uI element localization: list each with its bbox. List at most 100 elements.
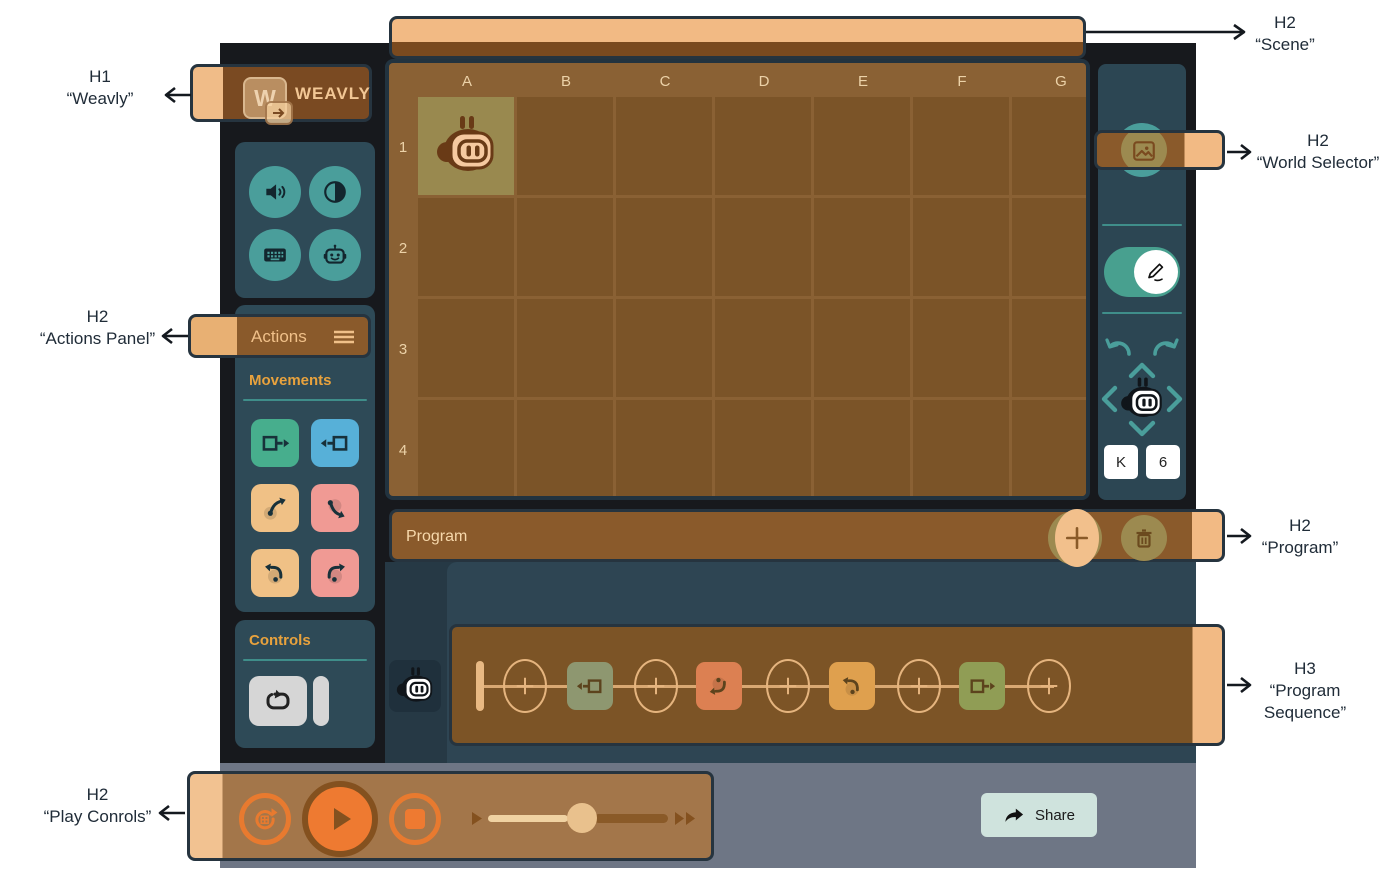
add-step-slot[interactable]	[897, 659, 941, 713]
grid-cell	[814, 400, 910, 498]
program-step-move-backward[interactable]	[567, 662, 613, 710]
fast-speed-icon[interactable]	[674, 811, 698, 826]
robot-mode-button[interactable]	[309, 229, 361, 281]
turn-left-90-icon	[839, 673, 865, 699]
loop-icon	[263, 686, 293, 716]
logo-highlight-box: W WEAVLY	[190, 64, 372, 122]
stop-button[interactable]	[389, 793, 441, 845]
speed-slider-track-left[interactable]	[488, 815, 568, 822]
robot-icon	[322, 242, 348, 268]
grid-cell	[616, 97, 712, 195]
grid-cell	[616, 400, 712, 498]
rotate-right-button[interactable]	[1152, 336, 1180, 358]
annotation-arrow-world-selector	[1227, 142, 1259, 162]
move-forward-button[interactable]	[251, 419, 299, 467]
program-character-slot[interactable]	[389, 660, 441, 712]
plus-icon	[645, 675, 667, 697]
move-forward-icon	[969, 673, 995, 699]
grid-cell	[517, 299, 613, 397]
grid-cell	[616, 299, 712, 397]
controls-section-title: Controls	[249, 632, 311, 649]
reset-icon	[252, 806, 278, 832]
annotation-arrow-weavly	[158, 85, 192, 105]
grid-cell	[418, 400, 514, 498]
keyboard-icon	[262, 242, 288, 268]
grid-cell	[913, 299, 1009, 397]
plus-icon	[514, 675, 536, 697]
chevron-right-icon	[1166, 385, 1183, 413]
app-title: WEAVLY	[295, 84, 371, 104]
grid-cell	[1012, 198, 1090, 296]
rotate-left-button[interactable]	[1104, 336, 1132, 358]
delete-all-button[interactable]	[1121, 515, 1167, 561]
movements-section-title: Movements	[249, 372, 332, 389]
sequence-start-marker	[476, 661, 484, 711]
move-down-button[interactable]	[1128, 420, 1156, 437]
dpad-robot-character[interactable]	[1119, 376, 1165, 422]
hamburger-icon[interactable]	[334, 330, 354, 344]
turn-right-45-icon	[321, 494, 349, 522]
play-controls-highlight-box	[187, 771, 714, 861]
play-icon	[323, 802, 357, 836]
program-header-title: Program	[406, 528, 467, 546]
contrast-icon	[322, 179, 348, 205]
add-step-slot[interactable]	[766, 659, 810, 713]
grid-cell	[418, 299, 514, 397]
grid-cell	[814, 299, 910, 397]
grid-cell	[715, 299, 811, 397]
add-step-slot[interactable]	[1027, 659, 1071, 713]
grid-cell	[814, 97, 910, 195]
keyboard-button[interactable]	[249, 229, 301, 281]
add-step-slot[interactable]	[503, 659, 547, 713]
turn-left-45-icon	[261, 494, 289, 522]
loop-block-button[interactable]	[249, 676, 307, 726]
key-binding-6[interactable]: 6	[1146, 445, 1180, 479]
share-button[interactable]: Share	[981, 793, 1097, 837]
turn-left-90-icon	[261, 559, 289, 587]
turn-right-45-button[interactable]	[311, 484, 359, 532]
screenshot-stage: Movements Controls	[0, 0, 1396, 891]
loop-end-block[interactable]	[313, 676, 329, 726]
plus-icon	[1064, 525, 1090, 551]
turn-right-90-button[interactable]	[311, 549, 359, 597]
program-step-turn-left-90[interactable]	[829, 662, 875, 710]
panel-divider	[1102, 224, 1182, 226]
program-step-move-forward[interactable]	[959, 662, 1005, 710]
key-binding-k[interactable]: K	[1104, 445, 1138, 479]
reset-button[interactable]	[239, 793, 291, 845]
turn-left-90-button[interactable]	[251, 549, 299, 597]
scene-column-label: A	[447, 73, 487, 90]
program-header-highlight-box: Program	[389, 509, 1225, 562]
contrast-button[interactable]	[309, 166, 361, 218]
grid-cell	[616, 198, 712, 296]
pen-toggle-knob[interactable]	[1134, 250, 1178, 294]
actions-header-highlight-box: Actions	[188, 314, 371, 358]
grid-cell	[715, 97, 811, 195]
slow-speed-icon[interactable]	[470, 811, 483, 826]
add-step-button[interactable]	[1055, 509, 1099, 567]
arrow-right-icon	[265, 101, 293, 125]
scene-column-label: C	[645, 73, 685, 90]
speed-slider-handle[interactable]	[567, 803, 597, 833]
grid-cell	[517, 97, 613, 195]
share-icon	[1003, 805, 1025, 825]
annotation-arrow-program	[1227, 526, 1259, 546]
speed-slider-track-right[interactable]	[594, 814, 668, 823]
chevron-left-icon	[1101, 385, 1118, 413]
scene-robot-character[interactable]	[434, 114, 498, 178]
grid-cell	[814, 198, 910, 296]
section-divider	[243, 659, 367, 661]
grid-cell	[517, 400, 613, 498]
turn-left-45-button[interactable]	[251, 484, 299, 532]
add-step-slot[interactable]	[634, 659, 678, 713]
move-right-button[interactable]	[1166, 385, 1183, 413]
annotation-arrow-scene	[1086, 22, 1254, 42]
turn-right-90-icon	[321, 559, 349, 587]
scene-column-label: B	[546, 73, 586, 90]
move-backward-button[interactable]	[311, 419, 359, 467]
play-button[interactable]	[302, 781, 378, 857]
audio-button[interactable]	[249, 166, 301, 218]
program-step-turn-right-90[interactable]	[696, 662, 742, 710]
move-left-button[interactable]	[1101, 385, 1118, 413]
move-backward-icon	[321, 429, 349, 457]
